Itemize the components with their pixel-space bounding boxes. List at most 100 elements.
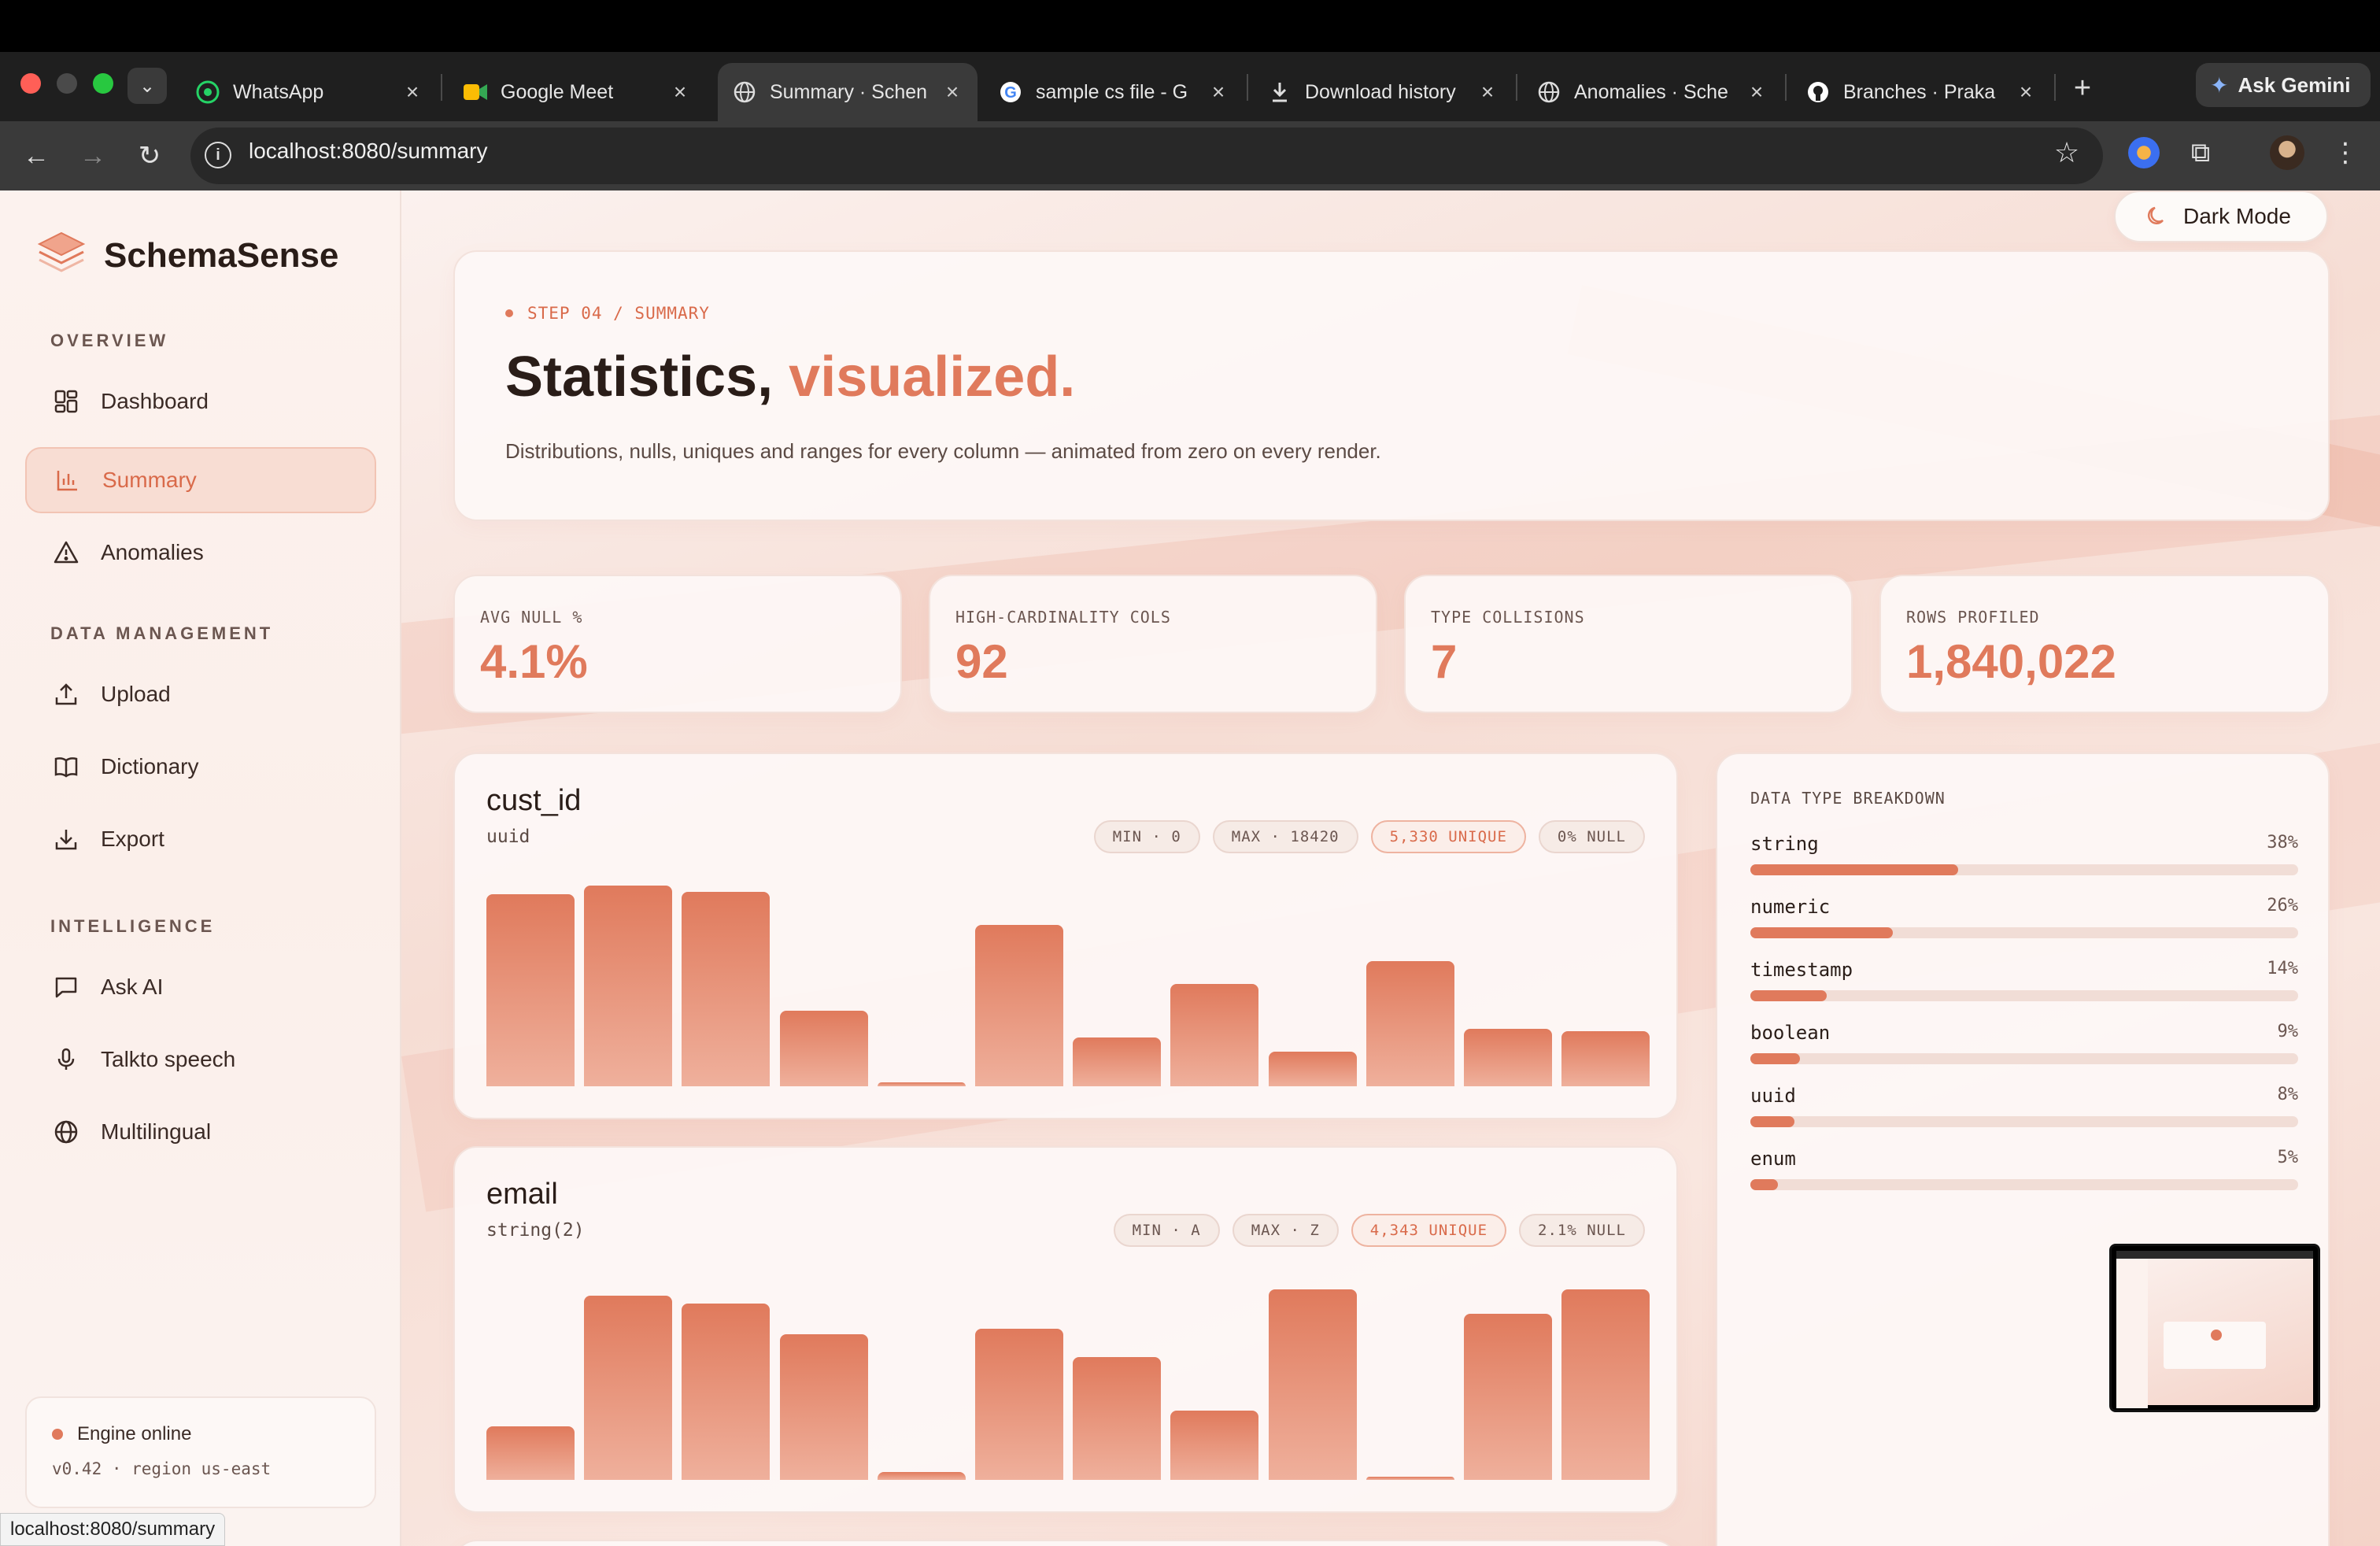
close-icon[interactable]: × [401,80,423,105]
histogram-bar [878,1472,966,1480]
screen-share-preview[interactable] [2109,1244,2320,1412]
url-text[interactable]: localhost:8080/summary [249,139,487,164]
window-maximize-button[interactable] [93,73,113,94]
tab-search-button[interactable]: ⌄ [128,68,167,104]
sidebar-item-talkto-speech[interactable]: Talkto speech [25,1026,376,1093]
tab-label: Download history [1305,80,1456,103]
sidebar-item-multilingual[interactable]: Multilingual [25,1099,376,1165]
sidebar-item-anomalies[interactable]: Anomalies [25,520,376,586]
dark-mode-toggle[interactable]: Dark Mode [2114,190,2328,242]
min-pill: MIN · 0 [1093,820,1200,853]
column-stats-pills: MIN · A MAX · Z 4,343 UNIQUE 2.1% NULL [1101,1214,1645,1247]
stat-card-rows-profiled: ROWS PROFILED 1,840,022 [1879,575,2330,713]
sidebar-item-export[interactable]: Export [25,806,376,872]
sidebar-item-ask-ai[interactable]: Ask AI [25,954,376,1020]
tab-divider [1516,74,1517,101]
browser-tab-sample-cs-file[interactable]: G sample cs file - G × [984,63,1244,121]
histogram-bar [1170,984,1258,1086]
type-name: enum [1750,1148,1796,1170]
forward-button[interactable]: → [72,135,113,176]
new-tab-button[interactable]: + [2060,66,2105,110]
window-minimize-button[interactable] [57,73,77,94]
close-icon[interactable]: × [2015,80,2037,105]
type-name: string [1750,833,1819,855]
gemini-sparkle-icon: ✦ [2210,72,2229,98]
type-percent: 9% [2277,1022,2299,1041]
breakdown-row: boolean 9% [1750,1022,2298,1085]
close-icon[interactable]: × [1207,80,1229,105]
bookmark-star-icon[interactable]: ☆ [2049,135,2084,170]
book-icon [52,753,80,781]
sidebar: SchemaSense OVERVIEW Dashboard Summary A… [0,190,401,1546]
column-stats-pills: MIN · 0 MAX · 18420 5,330 UNIQUE 0% NULL [1081,820,1645,853]
ask-gemini-button[interactable]: ✦ Ask Gemini [2196,63,2371,107]
histogram-bar [486,1426,575,1480]
browser-tab-anomalies[interactable]: Anomalies · Sche × [1522,63,1782,121]
browser-tab-download-history[interactable]: Download history × [1253,63,1513,121]
engine-status-row: Engine online [52,1423,375,1445]
sidebar-item-summary[interactable]: Summary [25,447,376,513]
close-icon[interactable]: × [669,80,691,105]
breakdown-row: numeric 26% [1750,896,2298,959]
moon-icon [2145,205,2169,228]
download-icon [1267,80,1292,105]
stat-value: 4.1% [480,635,588,688]
stat-value: 92 [955,635,1008,688]
site-info-icon[interactable]: i [205,142,231,168]
distribution-histogram [486,882,1650,1086]
title-accent: visualized. [789,346,1076,409]
puzzle-extensions-icon[interactable]: ⧉ [2183,135,2218,170]
reload-button[interactable]: ↻ [129,135,170,176]
browser-tab-branches[interactable]: Branches · Praka × [1791,63,2051,121]
microphone-icon [52,1045,80,1074]
arrow-left-icon: ← [23,140,50,171]
type-percent: 14% [2267,959,2298,978]
progress-fill [1750,864,1959,875]
page-title: Statistics, visualized. [505,345,1075,409]
close-icon[interactable]: × [1476,80,1499,105]
column-type: string(2) [486,1220,585,1241]
extension-icon[interactable] [2128,137,2160,168]
section-label-overview: OVERVIEW [50,331,169,350]
preview-card [2164,1322,2266,1369]
progress-fill [1750,1116,1794,1127]
layers-logo-icon [36,230,87,281]
preview-toolbar [2116,1251,2313,1259]
profile-avatar[interactable] [2270,135,2304,170]
progress-fill [1750,927,1893,938]
tab-divider [441,74,442,101]
type-name: timestamp [1750,959,1853,981]
stat-label: TYPE COLLISIONS [1431,608,1585,627]
main-content: Dark Mode STEP 04 / SUMMARY Statistics, … [401,190,2380,1546]
sidebar-item-label: Dictionary [101,754,199,779]
window-close-button[interactable] [20,73,41,94]
kebab-menu-icon[interactable]: ⋮ [2330,135,2361,170]
column-card [453,1540,1678,1546]
browser-tab-summary[interactable]: Summary · Schen × [718,63,978,121]
google-meet-icon [463,80,488,105]
brand-name: SchemaSense [104,235,339,275]
sidebar-item-upload[interactable]: Upload [25,661,376,727]
preview-thumbnail [2116,1251,2313,1408]
browser-tab-google-meet[interactable]: Google Meet × [449,63,705,121]
histogram-bar [878,1082,966,1086]
progress-track [1750,990,2298,1001]
brand[interactable]: SchemaSense [36,230,338,281]
close-icon[interactable]: × [941,80,963,105]
histogram-bar [1073,1037,1161,1086]
close-icon[interactable]: × [1746,80,1768,105]
arrow-right-icon: → [79,140,106,171]
histogram-bar [682,892,770,1086]
type-name: numeric [1750,896,1831,918]
sidebar-item-dictionary[interactable]: Dictionary [25,734,376,800]
histogram-bar [1561,1031,1650,1086]
sidebar-item-label: Upload [101,682,171,706]
sidebar-item-dashboard[interactable]: Dashboard [25,368,376,435]
histogram-bar [1269,1052,1357,1086]
breakdown-row: timestamp 14% [1750,959,2298,1022]
browser-tab-whatsapp[interactable]: WhatsApp × [181,63,438,121]
column-name: cust_id [486,784,582,817]
hero-card: STEP 04 / SUMMARY Statistics, visualized… [453,250,2330,521]
back-button[interactable]: ← [16,135,57,176]
section-label-intelligence: INTELLIGENCE [50,916,216,936]
